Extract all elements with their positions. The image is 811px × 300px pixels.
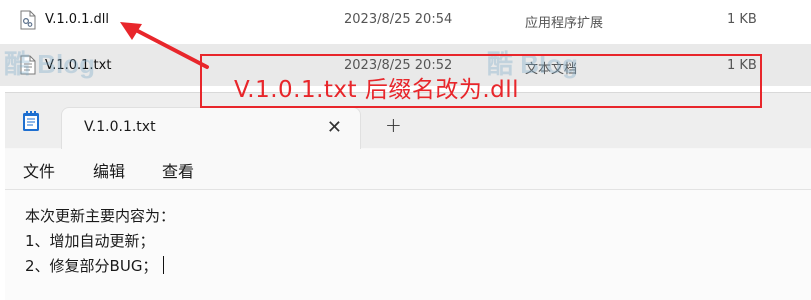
file-type: 应用程序扩展 — [525, 16, 604, 31]
text-editor[interactable]: 本次更新主要内容为： 1、增加自动更新； 2、修复部分BUG； — [5, 190, 811, 300]
close-tab-icon[interactable]: ✕ — [327, 117, 342, 138]
menu-edit[interactable]: 编辑 — [93, 158, 125, 182]
txt-file-icon — [20, 55, 36, 75]
file-name: V.1.0.1.txt — [45, 58, 112, 73]
file-name: V.1.0.1.dll — [45, 12, 110, 27]
new-tab-button[interactable]: + — [385, 113, 402, 137]
text-caret — [163, 256, 165, 274]
annotation-text: V.1.0.1.txt 后缀名改为.dll — [234, 77, 520, 103]
tab-v101-txt[interactable]: V.1.0.1.txt ✕ — [61, 107, 361, 149]
annotation-arrow — [120, 22, 209, 69]
menu-file[interactable]: 文件 — [23, 158, 55, 182]
text-line: 1、增加自动更新； — [25, 232, 155, 250]
tab-title: V.1.0.1.txt — [84, 119, 156, 135]
notepad-window: V.1.0.1.txt ✕ + 文件 编辑 查看 本次更新主要内容为： 1、增加… — [5, 92, 811, 300]
file-modified: 2023/8/25 20:54 — [344, 12, 453, 27]
text-line: 2、修复部分BUG； — [25, 255, 165, 276]
dll-file-icon — [20, 10, 36, 30]
menu-view[interactable]: 查看 — [162, 158, 194, 182]
notepad-app-icon — [23, 111, 39, 131]
menu-bar: 文件 编辑 查看 — [5, 149, 811, 190]
text-line: 本次更新主要内容为： — [25, 207, 176, 225]
file-size: 1 KB — [727, 12, 757, 27]
